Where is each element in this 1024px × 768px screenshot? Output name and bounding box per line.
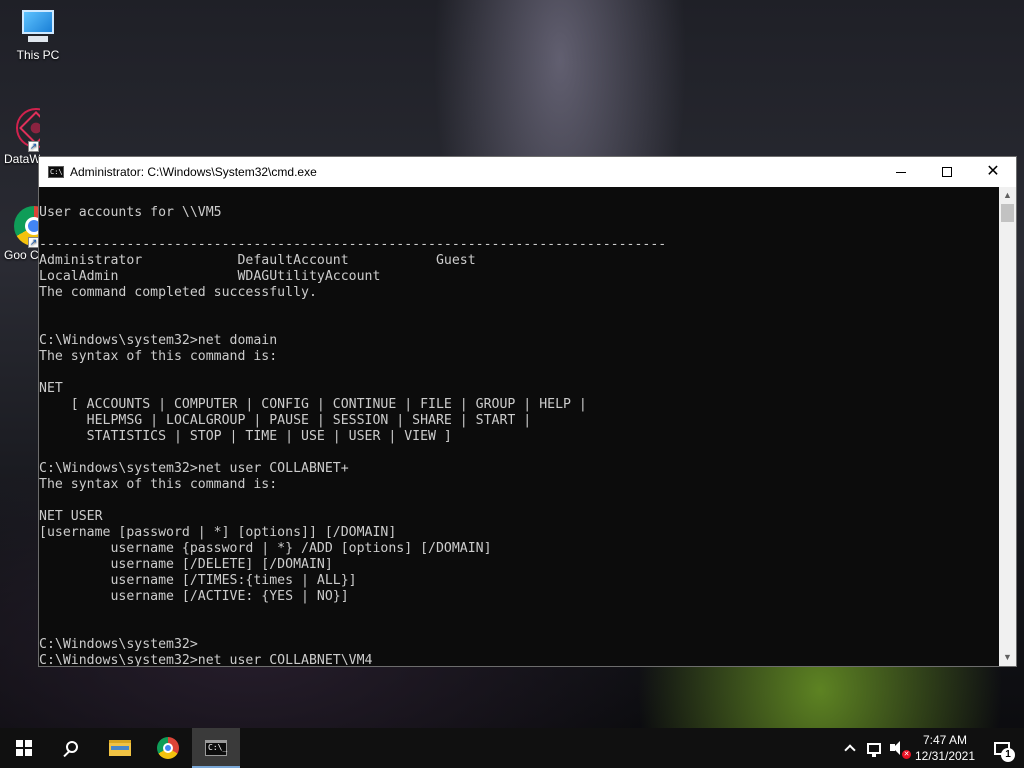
console-line: C:\Windows\system32>net domain bbox=[39, 333, 278, 348]
folder-icon bbox=[109, 740, 131, 756]
network-icon bbox=[867, 742, 881, 757]
close-icon: ✕ bbox=[986, 163, 1000, 180]
console-line: username {password | *} /ADD [options] [… bbox=[39, 541, 492, 556]
start-button[interactable] bbox=[0, 728, 48, 768]
console-line: STATISTICS | STOP | TIME | USE | USER | … bbox=[39, 429, 452, 444]
windows-logo-icon bbox=[16, 740, 32, 756]
minimize-icon bbox=[896, 171, 906, 173]
console-line: HELPMSG | LOCALGROUP | PAUSE | SESSION |… bbox=[39, 413, 532, 428]
console-line: ----------------------------------------… bbox=[39, 237, 667, 252]
volume-muted-icon: ✕ bbox=[890, 741, 911, 759]
cmd-icon[interactable]: C:\ bbox=[48, 166, 64, 178]
desktop-icon-label: DataW bbox=[4, 152, 40, 166]
system-tray: ✕ 7:47 AM 12/31/2021 1 bbox=[838, 728, 1024, 768]
console-line: username [/TIMES:{times | ALL}] bbox=[39, 573, 357, 588]
shortcut-arrow-icon: ↗ bbox=[28, 141, 39, 152]
clock[interactable]: 7:47 AM 12/31/2021 bbox=[910, 732, 980, 764]
desktop-icon-this-pc[interactable]: This PC bbox=[0, 8, 76, 62]
maximize-icon bbox=[942, 167, 952, 177]
action-center-button[interactable]: 1 bbox=[980, 728, 1024, 768]
console-line: The command completed successfully. bbox=[39, 285, 317, 300]
maximize-button[interactable] bbox=[924, 157, 970, 187]
console-line: username [/ACTIVE: {YES | NO}] bbox=[39, 589, 349, 604]
console-line: C:\Windows\system32> bbox=[39, 637, 198, 652]
search-icon bbox=[66, 740, 78, 753]
desktop-icon-google-chrome[interactable]: ↗ Goo Chr bbox=[0, 206, 40, 262]
window-title: Administrator: C:\Windows\System32\cmd.e… bbox=[70, 165, 317, 179]
vertical-scrollbar[interactable]: ▲ ▼ bbox=[999, 187, 1016, 666]
chrome-taskbar-button[interactable] bbox=[144, 728, 192, 768]
taskbar: C:\_ ✕ 7:47 AM 12/31/2021 1 bbox=[0, 728, 1024, 768]
computer-icon bbox=[16, 8, 60, 46]
console-line: NET USER bbox=[39, 509, 103, 524]
console-line: [ ACCOUNTS | COMPUTER | CONFIG | CONTINU… bbox=[39, 397, 587, 412]
scroll-down-icon[interactable]: ▼ bbox=[999, 649, 1016, 666]
clock-date: 12/31/2021 bbox=[914, 749, 976, 763]
console-line: LocalAdmin WDAGUtilityAccount bbox=[39, 269, 381, 284]
network-button[interactable] bbox=[862, 728, 886, 768]
cmd-taskbar-button[interactable]: C:\_ bbox=[192, 728, 240, 768]
close-button[interactable]: ✕ bbox=[970, 157, 1016, 187]
console-line: [username [password | *] [options]] [/DO… bbox=[39, 525, 397, 540]
notification-count-badge: 1 bbox=[1001, 748, 1015, 762]
file-explorer-button[interactable] bbox=[96, 728, 144, 768]
cmd-icon: C:\_ bbox=[205, 740, 227, 756]
console-output[interactable]: User accounts for \\VM5 -----------------… bbox=[39, 187, 1000, 666]
scrollbar-thumb[interactable] bbox=[1001, 204, 1014, 222]
console-line: username [/DELETE] [/DOMAIN] bbox=[39, 557, 333, 572]
console-line: NET bbox=[39, 381, 63, 396]
window-titlebar[interactable]: C:\ Administrator: C:\Windows\System32\c… bbox=[39, 157, 1016, 187]
chrome-icon bbox=[157, 737, 179, 759]
desktop-icon-label: Goo Chr bbox=[4, 248, 40, 262]
cmd-window[interactable]: C:\ Administrator: C:\Windows\System32\c… bbox=[38, 156, 1017, 667]
dataw-app-icon: ↗ bbox=[14, 106, 40, 152]
minimize-button[interactable] bbox=[878, 157, 924, 187]
clock-time: 7:47 AM bbox=[922, 733, 968, 747]
console-line: C:\Windows\system32>net user COLLABNET\V… bbox=[39, 653, 373, 666]
show-hidden-icons-button[interactable] bbox=[838, 728, 862, 768]
console-line: C:\Windows\system32>net user COLLABNET+ bbox=[39, 461, 349, 476]
console-line: Administrator DefaultAccount Guest bbox=[39, 253, 476, 268]
console-line: The syntax of this command is: bbox=[39, 349, 278, 364]
desktop-icon-dataw[interactable]: ↗ DataW bbox=[0, 106, 40, 166]
chevron-up-icon bbox=[844, 744, 856, 756]
scroll-up-icon[interactable]: ▲ bbox=[999, 187, 1016, 204]
desktop-icon-label: This PC bbox=[16, 48, 60, 62]
volume-button[interactable]: ✕ bbox=[886, 728, 911, 768]
chrome-icon: ↗ bbox=[14, 206, 40, 248]
console-line: User accounts for \\VM5 bbox=[39, 205, 222, 220]
console-line: The syntax of this command is: bbox=[39, 477, 278, 492]
search-button[interactable] bbox=[48, 728, 96, 768]
